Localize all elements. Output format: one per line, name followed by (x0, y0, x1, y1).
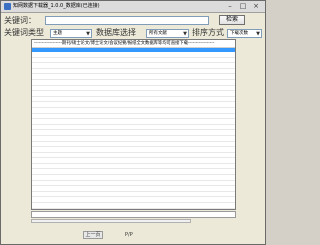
window-title: 知网数据下载器_1.0.0_数据库(已连接) (13, 3, 100, 9)
maximize-icon[interactable]: □ (237, 2, 249, 10)
database-select[interactable]: 所有文献 ▼ (146, 29, 189, 38)
keyword-type-value: 主题 (53, 31, 62, 36)
minimize-icon[interactable]: – (224, 2, 236, 10)
sort-label: 排序方式 (192, 28, 224, 37)
search-button[interactable]: 检索 (219, 15, 245, 25)
list-item[interactable] (32, 203, 235, 209)
database-value: 所有文献 (149, 31, 167, 36)
keyword-type-label: 关键词类型 (4, 28, 44, 37)
main-window: 知网数据下载器_1.0.0_数据库(已连接) – □ × 关键词： 检索 关键词… (0, 0, 266, 245)
results-list[interactable]: ------------------期刊/硕士论文/博士论文/会议纪要/报纸全文… (31, 39, 236, 210)
sort-select[interactable]: 下载次数 ▼ (227, 29, 262, 38)
horizontal-scrollbar[interactable] (31, 219, 191, 223)
chevron-down-icon: ▼ (183, 31, 187, 37)
chevron-down-icon: ▼ (86, 31, 90, 37)
keyword-label: 关键词： (4, 16, 36, 25)
chevron-down-icon: ▼ (256, 31, 260, 37)
keyword-type-select[interactable]: 主题 ▼ (50, 29, 92, 38)
sort-value: 下载次数 (230, 31, 248, 36)
database-label: 数据库选择 (96, 28, 136, 37)
prev-page-button[interactable]: 上一页 (83, 231, 103, 239)
close-icon[interactable]: × (250, 2, 262, 10)
title-bar: 知网数据下载器_1.0.0_数据库(已连接) – □ × (1, 1, 265, 13)
app-icon (4, 3, 11, 10)
keyword-input[interactable] (45, 16, 209, 25)
results-header: ------------------期刊/硕士论文/博士论文/会议纪要/报纸全文… (32, 40, 235, 48)
page-indicator: P/P (125, 232, 133, 238)
status-field (31, 211, 236, 218)
